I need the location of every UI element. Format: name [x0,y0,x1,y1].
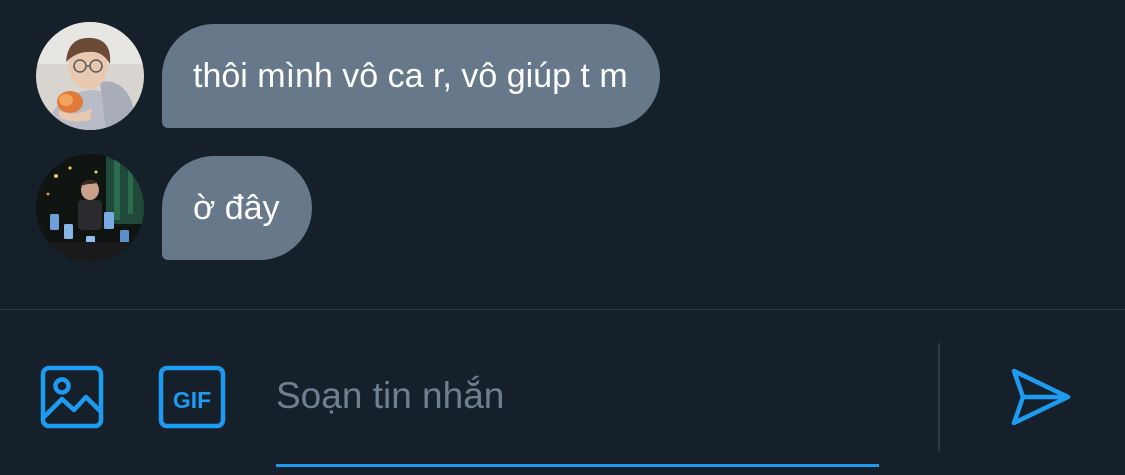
avatar-image [36,22,144,130]
gif-label: GIF [173,387,211,413]
message-composer: GIF [0,310,1125,475]
message-bubble[interactable]: ờ đây [162,156,312,260]
dm-conversation: thôi mình vô ca r, vô giúp t m ờ đây GIF… [0,0,1125,475]
send-button[interactable] [1008,364,1074,430]
add-gif-button[interactable]: GIF [158,365,226,429]
send-separator [938,343,940,451]
avatar-image [36,154,144,262]
image-icon [40,365,104,429]
message-bubble[interactable]: thôi mình vô ca r, vô giúp t m [162,24,660,128]
sender-avatar[interactable] [36,22,144,130]
input-focus-underline [276,464,879,467]
message-row: ờ đây [36,154,312,262]
message-row: thôi mình vô ca r, vô giúp t m [36,22,660,130]
message-input-container [276,358,879,470]
message-input[interactable] [276,358,879,434]
send-icon [1011,368,1071,426]
gif-icon: GIF [158,365,226,429]
sender-avatar[interactable] [36,154,144,262]
message-list: thôi mình vô ca r, vô giúp t m ờ đây [0,0,1125,309]
add-image-button[interactable] [40,365,104,429]
